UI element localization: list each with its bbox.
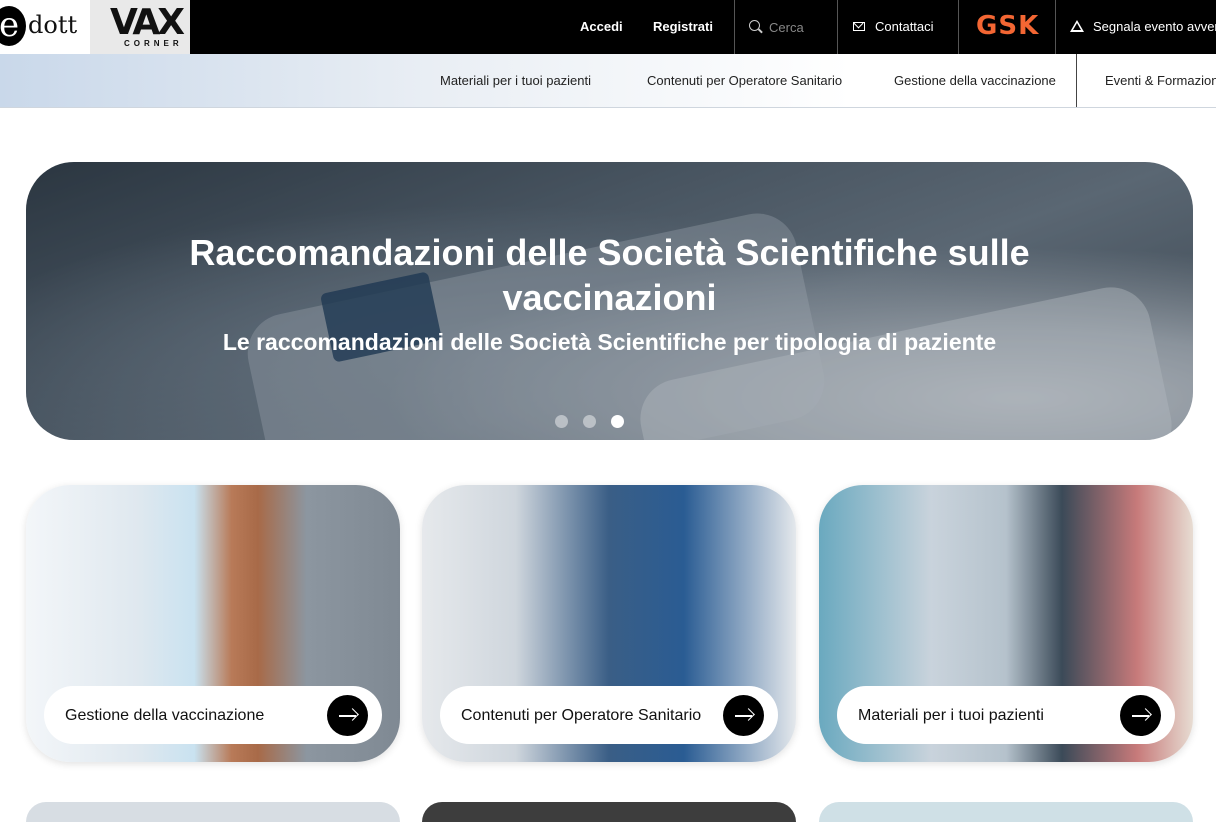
vax-logo-subtext: CORNER: [124, 39, 183, 48]
vax-logo-text: VAX: [110, 2, 185, 43]
warning-icon: [1070, 20, 1084, 32]
card-partial[interactable]: [26, 802, 400, 822]
register-link[interactable]: Registrati: [653, 0, 713, 54]
search-input[interactable]: [769, 16, 833, 38]
carousel-dots: [555, 415, 635, 429]
card-partial[interactable]: [422, 802, 796, 822]
carousel-dot[interactable]: [583, 415, 596, 428]
nav-item-vaccination-management[interactable]: Gestione della vaccinazione: [894, 54, 1056, 107]
hero-title: Raccomandazioni delle Società Scientific…: [189, 232, 1030, 318]
hero-subtitle: Le raccomandazioni delle Società Scienti…: [222, 329, 997, 355]
edott-logo-mark: e: [0, 6, 26, 46]
card-label: Materiali per i tuoi pazienti: [858, 706, 1044, 724]
card-label-pill[interactable]: Gestione della vaccinazione: [44, 686, 382, 744]
nav-item-patient-materials[interactable]: Materiali per i tuoi pazienti: [440, 54, 591, 107]
secondary-nav: Materiali per i tuoi pazienti Contenuti …: [0, 54, 1216, 108]
vax-corner-logo[interactable]: VAX CORNER: [90, 0, 190, 54]
mail-icon: [853, 22, 865, 31]
top-bar: e dott VAX CORNER Accedi Registrati Cont…: [0, 0, 1216, 54]
card-label: Contenuti per Operatore Sanitario: [461, 706, 702, 724]
gsk-logo-text: GSK: [976, 11, 1040, 41]
arrow-right-icon[interactable]: [723, 695, 764, 736]
card-vaccination-management[interactable]: Gestione della vaccinazione: [26, 485, 400, 762]
card-partial[interactable]: [819, 802, 1193, 822]
arrow-right-icon[interactable]: [327, 695, 368, 736]
carousel-dot[interactable]: [555, 415, 568, 428]
edott-logo[interactable]: e dott: [0, 0, 104, 54]
gsk-logo[interactable]: GSK: [959, 0, 1055, 54]
arrow-right-icon[interactable]: [1120, 695, 1161, 736]
card-label-pill[interactable]: Materiali per i tuoi pazienti: [837, 686, 1175, 744]
edott-logo-text: dott: [28, 11, 78, 39]
hero-carousel[interactable]: Raccomandazioni delle Società Scientific…: [26, 162, 1193, 440]
card-hcp-content[interactable]: Contenuti per Operatore Sanitario: [422, 485, 796, 762]
contact-link[interactable]: Contattaci: [838, 0, 958, 54]
contact-label: Contattaci: [875, 19, 934, 34]
login-link[interactable]: Accedi: [580, 0, 623, 54]
report-adverse-event-link[interactable]: Segnala evento avvers: [1056, 0, 1216, 54]
report-label: Segnala evento avvers: [1093, 19, 1216, 34]
nav-item-hcp-content[interactable]: Contenuti per Operatore Sanitario: [647, 54, 842, 107]
nav-item-events-training[interactable]: Eventi & Formazione: [1105, 54, 1216, 107]
card-patient-materials[interactable]: Materiali per i tuoi pazienti: [819, 485, 1193, 762]
carousel-dot-active[interactable]: [611, 415, 624, 428]
card-label-pill[interactable]: Contenuti per Operatore Sanitario: [440, 686, 778, 744]
search-box[interactable]: [735, 0, 837, 54]
search-icon: [749, 20, 760, 31]
divider: [1076, 54, 1077, 107]
card-label: Gestione della vaccinazione: [65, 706, 265, 724]
